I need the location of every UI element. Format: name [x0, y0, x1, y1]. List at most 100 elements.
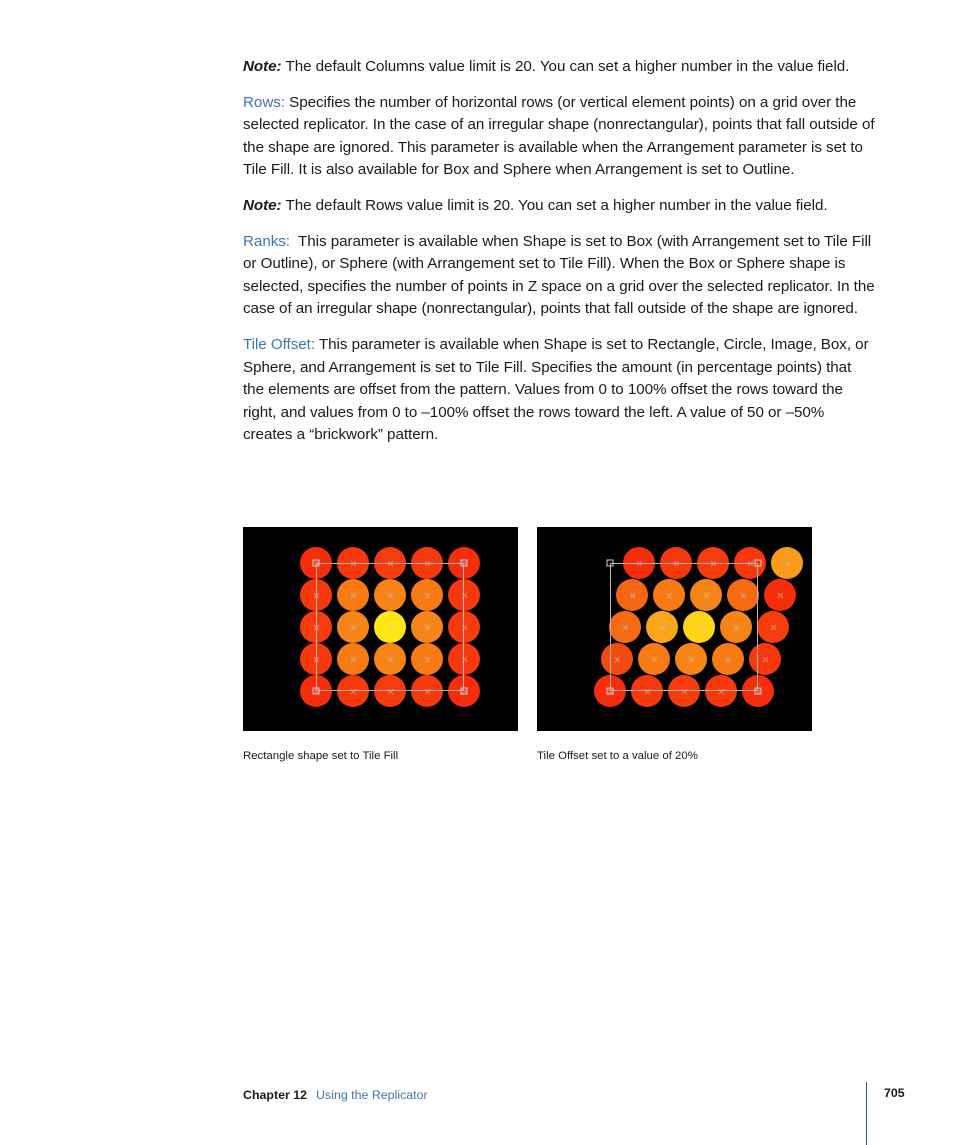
element-anchor-icon	[424, 592, 431, 599]
element-anchor-icon	[703, 592, 710, 599]
replicator-element	[660, 547, 692, 579]
element-anchor-icon	[659, 624, 666, 631]
replicator-element	[411, 611, 443, 643]
element-anchor-icon	[740, 592, 747, 599]
paragraph-note-rows: Note: The default Rows value limit is 20…	[243, 195, 875, 218]
replicator-element	[690, 579, 722, 611]
replicator-element	[411, 643, 443, 675]
element-anchor-icon	[424, 624, 431, 631]
element-anchor-icon	[644, 688, 651, 695]
element-anchor-icon	[350, 560, 357, 567]
footer-chapter: Chapter 12	[243, 1088, 308, 1102]
replicator-element	[337, 547, 369, 579]
element-anchor-icon	[666, 592, 673, 599]
element-anchor-icon	[461, 624, 468, 631]
element-anchor-icon	[313, 688, 320, 695]
replicator-element	[448, 547, 480, 579]
paragraph-text: The default Columns value limit is 20. Y…	[285, 58, 850, 75]
replicator-element	[638, 643, 670, 675]
replicator-element	[609, 611, 641, 643]
replicator-element	[668, 675, 700, 707]
replicator-preview-tile-fill	[243, 527, 518, 731]
paragraph-note-columns: Note: The default Columns value limit is…	[243, 56, 875, 79]
page-number: 705	[884, 1086, 905, 1100]
replicator-element	[757, 611, 789, 643]
element-anchor-icon	[461, 688, 468, 695]
replicator-element	[653, 579, 685, 611]
replicator-preview-tile-offset	[537, 527, 812, 731]
figure-caption-left: Rectangle shape set to Tile Fill	[243, 750, 399, 762]
replicator-element	[337, 675, 369, 707]
element-anchor-icon	[710, 560, 717, 567]
replicator-element	[374, 643, 406, 675]
figure-group	[243, 527, 875, 767]
element-anchor-icon	[461, 656, 468, 663]
element-anchor-icon	[387, 560, 394, 567]
selection-handle[interactable]	[606, 559, 614, 567]
replicator-element	[646, 611, 678, 643]
paragraph-ranks: Ranks: This parameter is available when …	[243, 231, 875, 321]
replicator-element	[448, 579, 480, 611]
replicator-element	[448, 611, 480, 643]
replicator-element	[616, 579, 648, 611]
element-anchor-icon	[696, 624, 703, 631]
paragraph-rows: Rows: Specifies the number of horizontal…	[243, 92, 875, 182]
replicator-element	[683, 611, 715, 643]
replicator-element	[337, 611, 369, 643]
element-anchor-icon	[622, 624, 629, 631]
element-anchor-icon	[350, 688, 357, 695]
paragraph-lead: Note:	[243, 58, 282, 75]
replicator-element	[374, 547, 406, 579]
replicator-element	[601, 643, 633, 675]
replicator-element	[771, 547, 803, 579]
paragraph-text: The default Rows value limit is 20. You …	[285, 196, 828, 214]
replicator-element	[300, 579, 332, 611]
element-anchor-icon	[718, 688, 725, 695]
element-anchor-icon	[777, 592, 784, 599]
replicator-element	[300, 643, 332, 675]
body-text: Note: The default Columns value limit is…	[243, 56, 875, 460]
replicator-element	[742, 675, 774, 707]
replicator-element	[411, 675, 443, 707]
paragraph-text: This parameter is available when Shape i…	[243, 335, 869, 444]
element-anchor-icon	[387, 656, 394, 663]
element-anchor-icon	[350, 656, 357, 663]
paragraph-lead: Note:	[243, 196, 282, 214]
replicator-element	[727, 579, 759, 611]
element-anchor-icon	[629, 592, 636, 599]
replicator-element	[448, 675, 480, 707]
element-anchor-icon	[607, 688, 614, 695]
paragraph-text: This parameter is available when Shape i…	[243, 232, 875, 318]
element-anchor-icon	[688, 656, 695, 663]
footer-chapter-title[interactable]: Using the Replicator	[316, 1088, 428, 1102]
element-anchor-icon	[673, 560, 680, 567]
element-anchor-icon	[424, 560, 431, 567]
figure-tile-fill	[243, 527, 518, 731]
paragraph-text: Specifies the number of horizontal rows …	[243, 93, 875, 179]
element-anchor-icon	[784, 560, 791, 567]
paragraph-lead: Ranks:	[243, 232, 290, 250]
element-anchor-icon	[387, 624, 394, 631]
replicator-element	[749, 643, 781, 675]
replicator-element	[712, 643, 744, 675]
element-anchor-icon	[636, 560, 643, 567]
element-anchor-icon	[681, 688, 688, 695]
page-number-rule	[866, 1082, 867, 1145]
replicator-element	[411, 547, 443, 579]
replicator-element	[623, 547, 655, 579]
replicator-element	[631, 675, 663, 707]
replicator-element	[675, 643, 707, 675]
replicator-element	[337, 579, 369, 611]
element-anchor-icon	[461, 560, 468, 567]
element-anchor-icon	[350, 592, 357, 599]
replicator-element	[764, 579, 796, 611]
replicator-element	[300, 611, 332, 643]
replicator-element	[705, 675, 737, 707]
replicator-element	[300, 675, 332, 707]
element-anchor-icon	[387, 688, 394, 695]
element-anchor-icon	[755, 688, 762, 695]
element-anchor-icon	[770, 624, 777, 631]
replicator-element	[734, 547, 766, 579]
element-anchor-icon	[733, 624, 740, 631]
element-anchor-icon	[725, 656, 732, 663]
